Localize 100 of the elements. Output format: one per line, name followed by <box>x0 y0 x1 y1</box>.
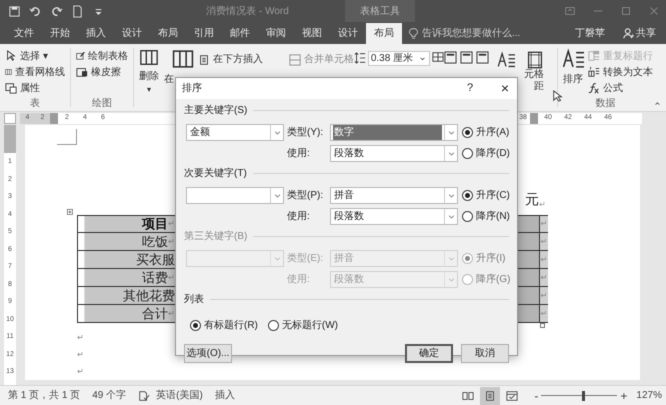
lightbulb-icon <box>408 28 419 39</box>
menu-tab[interactable]: 文件 <box>6 23 42 44</box>
field-label: 使用: <box>287 147 311 161</box>
menu-tab[interactable]: 开始 <box>42 23 78 44</box>
field-label: 类型(Y): <box>287 126 324 140</box>
menu-tab[interactable]: 邮件 <box>222 23 258 44</box>
word-count[interactable]: 49 个字 <box>92 388 126 403</box>
grid-icon <box>5 66 12 78</box>
tell-me-field[interactable]: 告诉我您想要做什么... <box>422 26 520 41</box>
insert-below-button[interactable]: 在下方插入 <box>198 52 263 67</box>
close-button[interactable]: × <box>479 78 509 99</box>
cell-text: 其他花费 <box>122 286 175 305</box>
use-dropdown[interactable]: 段落数 <box>330 145 458 162</box>
menu-tab[interactable]: 插入 <box>78 23 114 44</box>
menu-tab[interactable]: 引用 <box>186 23 222 44</box>
radio-option[interactable]: 降序(D) <box>462 145 510 162</box>
cell-text: 合计 <box>142 304 168 323</box>
type-dropdown[interactable]: 数字 <box>330 124 458 141</box>
field-label: 类型(P): <box>287 188 324 203</box>
ribbon-button[interactable]: 查看网格线 <box>5 64 65 80</box>
zoom-out-button[interactable]: - <box>534 386 538 404</box>
type-dropdown[interactable]: 拼音 <box>330 187 458 204</box>
section-label: 次要关键字(T) <box>184 166 247 180</box>
language[interactable]: 英语(美国) <box>156 388 203 403</box>
radio-option[interactable]: 有标题行(R) <box>190 317 258 334</box>
radio-option[interactable]: 升序(C) <box>462 187 510 204</box>
ruler-indent-marker[interactable] <box>50 113 58 124</box>
page-count[interactable]: 第 1 页，共 1 页 <box>8 388 80 403</box>
align-top-left-icon <box>444 51 457 64</box>
field-label: 使用: <box>287 210 311 224</box>
button-label[interactable]: 距 <box>534 81 544 93</box>
ribbon-button[interactable]: 转换为文本 <box>588 64 654 80</box>
zoom-in-button[interactable]: + <box>620 386 628 404</box>
sort-button[interactable]: 排序 <box>562 48 584 96</box>
paragraph-mark: ↵ <box>540 272 548 284</box>
help-button[interactable]: ? <box>461 80 479 97</box>
cell-text: 话费 <box>142 268 168 287</box>
table-delete-icon <box>138 48 160 67</box>
share-button[interactable]: 共享 <box>617 23 662 44</box>
paragraph-mark: ↵ <box>168 272 175 284</box>
dialog-title: 排序 <box>182 82 203 96</box>
menu-tab[interactable]: 审阅 <box>258 23 294 44</box>
paragraph-mark: ↵ <box>540 218 548 230</box>
ribbon-button[interactable]: 公式 <box>588 80 654 96</box>
view-button[interactable] <box>480 386 500 404</box>
key-dropdown[interactable]: 金额 <box>186 124 284 141</box>
delete-button[interactable]: 删除 ▾ <box>134 44 164 96</box>
dialog-button[interactable]: 取消 <box>461 344 509 363</box>
ruler-column-marker[interactable] <box>530 113 538 124</box>
resize-handle[interactable] <box>540 323 545 328</box>
menu-tab[interactable]: 设计 <box>114 23 150 44</box>
maximize-icon[interactable] <box>620 5 632 17</box>
undo-icon[interactable] <box>29 4 42 18</box>
section-label: 列表 <box>184 292 204 306</box>
menu-tab[interactable]: 布局 <box>150 23 186 44</box>
user-name[interactable]: 丁磐苹 <box>575 23 605 44</box>
slider-thumb[interactable] <box>582 390 586 400</box>
window-box-icon[interactable] <box>564 5 576 17</box>
save-icon[interactable] <box>8 4 21 18</box>
menu-tab[interactable]: 视图 <box>294 23 330 44</box>
window-title: 消费情况表 - Word <box>205 4 290 18</box>
section-label: 主要关键字(S) <box>184 104 248 118</box>
field-label: 使用: <box>287 273 311 287</box>
proofing-icon[interactable] <box>138 390 150 402</box>
dialog-button[interactable]: 确定 <box>405 344 453 363</box>
pencil-table-icon <box>76 50 85 62</box>
use-dropdown[interactable]: 段落数 <box>330 208 458 225</box>
menu-tab[interactable]: 布局 <box>366 23 402 44</box>
align-top-center-icon <box>460 51 473 64</box>
paragraph-mark: ↵ <box>540 290 548 302</box>
ribbon-button[interactable]: 选择 ▾ <box>5 48 65 64</box>
radio-option[interactable]: 无标题行(W) <box>268 317 338 334</box>
merge-cells-icon <box>288 54 301 66</box>
ribbon-button[interactable]: 橡皮擦 <box>76 64 128 80</box>
height-spinner[interactable]: 0.38 厘米 <box>368 51 430 66</box>
cell-text: 吃饭 <box>142 232 168 251</box>
input-mode[interactable]: 插入 <box>214 388 235 403</box>
unit-text: 元 <box>525 192 539 210</box>
close-icon[interactable] <box>648 5 660 17</box>
cell-text: 买衣服 <box>136 250 175 269</box>
paragraph-mark: ↵ <box>540 254 548 266</box>
page-icon <box>484 390 496 402</box>
dialog-button[interactable]: 选项(O)... <box>184 344 232 363</box>
pointer-icon <box>5 50 17 62</box>
radio-option[interactable]: 降序(N) <box>462 208 510 225</box>
paragraph-mark: ↵ <box>77 349 84 361</box>
table-move-handle-icon[interactable] <box>67 209 76 218</box>
zoom-percent[interactable]: 127% <box>636 388 662 403</box>
blank-page-icon[interactable] <box>71 4 84 18</box>
radio-option[interactable]: 升序(A) <box>462 124 510 141</box>
menu-tab[interactable]: 设计 <box>330 23 366 44</box>
paragraph-mark: ↵ <box>77 366 84 378</box>
cell-margins-icon <box>526 51 544 69</box>
button-label[interactable]: 元格 <box>524 69 544 81</box>
ribbon-button[interactable]: 绘制表格 <box>76 48 128 64</box>
ruler-margin-block <box>4 125 16 153</box>
row-height-icon <box>354 52 366 64</box>
redo-icon[interactable] <box>50 4 63 18</box>
ribbon-button[interactable]: 属性 <box>5 80 65 96</box>
paragraph-mark: ↵ <box>168 236 175 248</box>
